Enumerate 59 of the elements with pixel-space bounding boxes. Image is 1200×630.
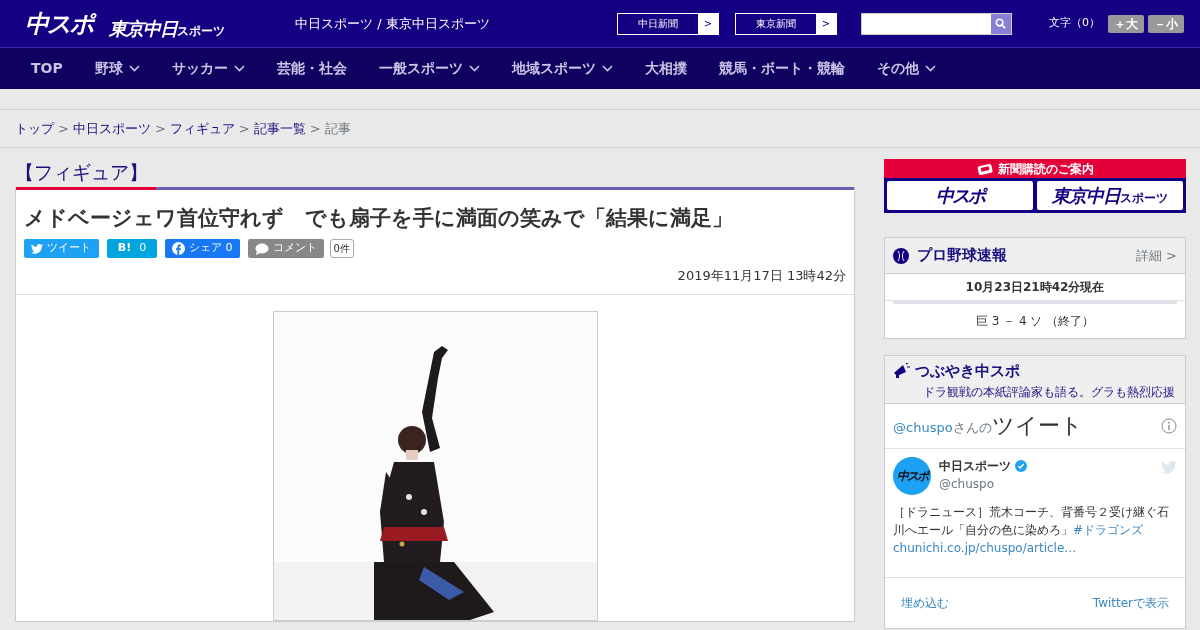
share-button[interactable]: コメント [247,239,324,259]
hashtag-link[interactable]: #ドラゴンズ [1073,523,1144,537]
user-name[interactable]: 中日スポーツ [939,457,1011,475]
panel-subtitle: ドラ観戦の本紙評論家も語る。グラも熱烈応援 [923,384,1175,399]
panel-title: つぶやき中スポ [915,361,1020,382]
breadcrumb-link[interactable]: フィギュア [169,118,235,139]
banner-title: 新聞購読のご案内 [997,160,1094,178]
breadcrumb-link[interactable]: 中日スポーツ [72,118,151,139]
avatar[interactable]: 中スポ [893,457,931,495]
nav-item[interactable]: サッカー [154,48,260,89]
nav-item[interactable]: その他 [859,48,951,89]
article-title: メドベージェワ首位守れず でも扇子を手に満面の笑みで「結果に満足」 [24,206,734,232]
embed-link[interactable]: 埋め込む [901,594,949,612]
newspaper-icon [976,162,993,175]
breadcrumb-separator: > [238,119,250,138]
update-time: 10月23日21時42分現在 [965,280,1105,294]
game-score[interactable]: 巨 3 － 4 ソ （終了） [975,314,1095,328]
breadcrumb-separator: > [154,119,166,138]
account-link[interactable]: @chuspo [893,417,953,437]
tweet-text: ［ドラニュース］荒木コーチ、背番号２受け継ぐ石川へエール「自分の色に染めろ」#ドラゴンズ chunichi.co.jp/chuspo/article… [893,504,1170,557]
breadcrumb-separator: > [58,119,69,138]
nav-item[interactable]: TOP [16,48,78,89]
breadcrumb-link[interactable]: 記事一覧 [253,118,306,139]
bird-icon [31,243,43,254]
nav-item[interactable]: 一般スポーツ [361,48,495,89]
panel-title: プロ野球速報 [917,245,1007,267]
heading-text: さんの [952,419,992,437]
user-handle[interactable]: @chuspo [939,475,1027,493]
speech-bubble-icon [254,242,269,255]
site-title: 中日スポーツ / 東京中日スポーツ [295,14,491,33]
search-button[interactable] [990,13,1011,34]
article-date: 2019年11月17日 13時42分 [677,268,846,284]
newspaper-logo-button[interactable]: 東京中日スポーツ [1037,181,1183,210]
tweets-heading: ツイート [991,415,1083,437]
nav-item[interactable]: 大相撲 [627,48,702,89]
view-on-twitter-link[interactable]: Twitterで表示 [1092,594,1169,612]
breadcrumb-separator: > [309,119,321,138]
breadcrumb-current: 記事 [324,119,351,138]
nav-item[interactable]: 地域スポーツ [494,48,628,89]
category-heading: 【フィギュア】 [14,160,149,185]
search-icon [995,18,1007,29]
info-icon[interactable] [1161,418,1177,434]
search-field[interactable] [861,12,1012,35]
details-link[interactable]: 詳細 > [1135,245,1177,266]
share-button[interactable]: シェア 0 [165,239,240,259]
baseball-icon [893,247,909,264]
site-logo[interactable]: 中スポ 東京中日スポーツ [25,5,225,42]
tweet-url-link[interactable]: chunichi.co.jp/chuspo/article… [893,541,1077,555]
nav-item[interactable]: 芸能・社会 [259,48,362,89]
megaphone-icon [893,363,911,380]
facebook-icon [172,242,185,256]
newspaper-logo-button[interactable]: 中スポ [887,181,1033,210]
font-size-label: 文字（0） [1049,15,1100,32]
breadcrumb-link[interactable]: トップ [15,118,54,139]
newspaper-link[interactable]: 東京新聞 > [735,12,837,35]
comment-count: 0件 [329,239,354,259]
nav-item[interactable]: 競馬・ボート・競輪 [701,48,860,89]
nav-item[interactable]: 野球 [77,48,155,89]
newspaper-link[interactable]: 中日新聞 > [617,12,719,35]
